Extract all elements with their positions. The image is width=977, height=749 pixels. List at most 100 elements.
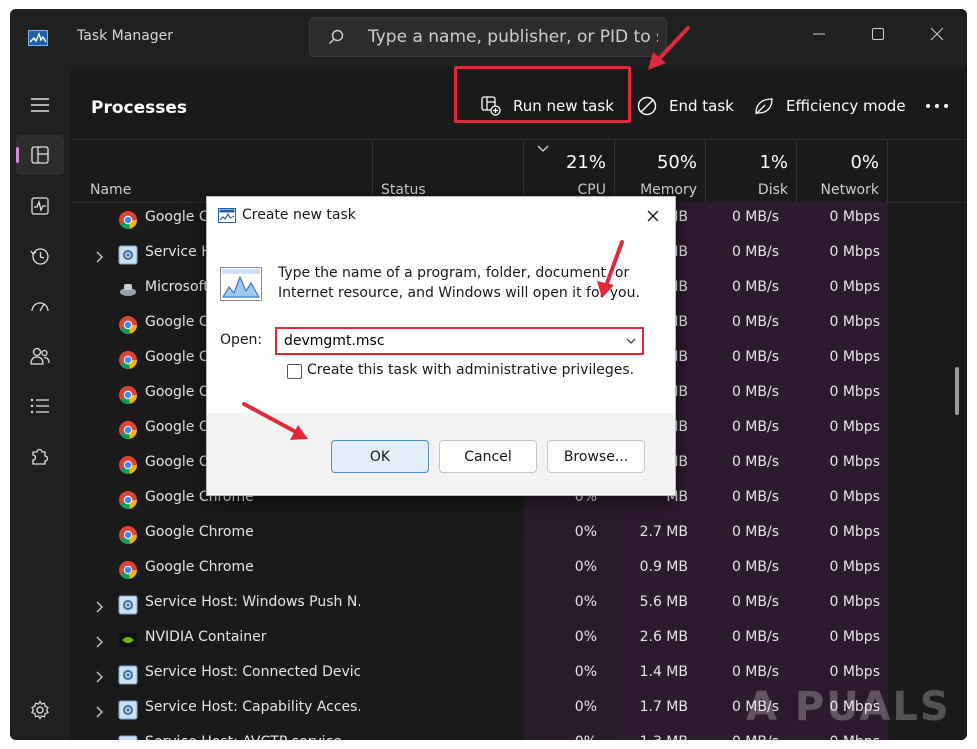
disk-value: 0 MB/s [731, 279, 779, 295]
chevron-right-icon[interactable] [95, 248, 105, 263]
disk-value: 0 MB/s [731, 384, 779, 400]
process-name: Service Host: Windows Push N... [145, 594, 360, 610]
startup-gauge-icon [31, 302, 49, 312]
cpu-value: 0% [574, 594, 597, 610]
history-icon [30, 248, 49, 265]
disk-value: 0 MB/s [731, 244, 779, 260]
search-box[interactable]: Type a name, publisher, or PID to s... [309, 17, 667, 57]
admin-privileges-checkbox[interactable] [287, 364, 302, 379]
network-column-header[interactable]: 0% Network [797, 140, 888, 204]
ok-button[interactable]: OK [331, 440, 429, 473]
dialog-body: Type the name of a program, folder, docu… [207, 235, 675, 413]
disk-value: 0 MB/s [731, 559, 779, 575]
dialog-task-manager-icon [218, 208, 236, 223]
memory-value: 0.9 MB [639, 559, 688, 575]
details-list-icon [30, 398, 49, 414]
sidebar-item-services[interactable] [16, 436, 64, 476]
minimize-button[interactable] [799, 19, 839, 49]
disk-label: Disk [757, 182, 788, 198]
table-row[interactable]: NVIDIA Container 0% 2.6 MB 0 MB/s 0 Mbps [70, 622, 967, 657]
chevron-right-icon[interactable] [95, 633, 105, 648]
open-input-value: devmgmt.msc [284, 333, 385, 349]
network-value: 0 Mbps [829, 454, 880, 470]
network-value: 0 Mbps [797, 734, 880, 740]
disk-value: 0 MB/s [731, 489, 779, 505]
browse-button[interactable]: Browse... [547, 440, 645, 473]
network-value: 0 Mbps [829, 209, 880, 225]
cancel-button[interactable]: Cancel [439, 440, 537, 473]
sidebar-item-startup-apps[interactable] [16, 286, 64, 326]
disk-value: 0 MB/s [731, 664, 779, 680]
memory-value: 1.3 MB [615, 734, 688, 740]
cpu-value: 0% [524, 734, 597, 740]
memory-column-header[interactable]: 50% Memory [615, 140, 706, 204]
efficiency-mode-button[interactable]: Efficiency mode [754, 85, 906, 127]
open-label: Open: [220, 332, 263, 348]
chevron-right-icon[interactable] [95, 738, 105, 740]
chrome-icon [118, 525, 138, 545]
network-value: 0 Mbps [829, 664, 880, 680]
sidebar-item-app-history[interactable] [16, 236, 64, 276]
maximize-button[interactable] [858, 19, 898, 49]
more-options-icon[interactable] [923, 95, 951, 117]
end-task-icon [637, 96, 657, 116]
run-program-icon [220, 267, 262, 301]
sidebar-item-users[interactable] [16, 336, 64, 376]
status-column-header[interactable]: Status [373, 140, 524, 204]
service-host-icon [118, 245, 138, 265]
chevron-right-icon[interactable] [95, 668, 105, 683]
dialog-description: Type the name of a program, folder, docu… [278, 265, 640, 301]
table-row[interactable]: Google Chrome 0% 0.9 MB 0 MB/s 0 Mbps [70, 552, 967, 587]
hamburger-icon [31, 98, 49, 112]
cpu-percent: 21% [565, 152, 606, 173]
close-window-button[interactable] [917, 19, 957, 49]
network-value: 0 Mbps [829, 279, 880, 295]
chrome-icon [118, 385, 138, 405]
chevron-down-icon[interactable] [626, 338, 636, 345]
chrome-icon [118, 350, 138, 370]
process-name: Service Host: AVCTP service [145, 734, 360, 740]
open-combobox-input[interactable]: devmgmt.msc [275, 327, 644, 355]
name-column-label: Name [90, 182, 132, 198]
memory-value: 1.7 MB [639, 699, 688, 715]
dialog-title: Create new task [242, 207, 356, 223]
sidebar-item-settings[interactable] [16, 690, 64, 730]
chrome-icon [118, 420, 138, 440]
process-name: Google Chrome [145, 524, 254, 540]
chrome-icon [118, 210, 138, 230]
hamburger-menu-button[interactable] [16, 85, 64, 125]
table-row[interactable]: Google Chrome 0% 2.7 MB 0 MB/s 0 Mbps [70, 517, 967, 552]
network-value: 0 Mbps [829, 524, 880, 540]
disk-value: 0 MB/s [706, 734, 779, 740]
chevron-right-icon[interactable] [95, 703, 105, 718]
disk-value: 0 MB/s [731, 209, 779, 225]
sidebar-item-processes[interactable] [16, 135, 64, 175]
chrome-icon [118, 315, 138, 335]
table-row[interactable]: Service Host: Windows Push N... 0% 5.6 MB 0… [70, 587, 967, 622]
disk-value: 0 MB/s [731, 454, 779, 470]
network-value: 0 Mbps [829, 419, 880, 435]
sidebar [10, 67, 70, 740]
settings-gear-icon [31, 700, 49, 720]
sidebar-item-details[interactable] [16, 386, 64, 426]
network-value: 0 Mbps [829, 594, 880, 610]
disk-value: 0 MB/s [731, 349, 779, 365]
process-name: Service Host: Connected Devic... [145, 664, 360, 680]
dialog-close-icon[interactable] [643, 206, 663, 226]
disk-percent: 1% [759, 152, 788, 173]
column-header-row: Name Status 21% CPU 50% Memory 1% Disk 0… [70, 139, 967, 204]
end-task-button[interactable]: End task [637, 85, 734, 127]
process-name: Google Chrome [145, 559, 254, 575]
service-host-icon [118, 700, 138, 720]
name-column-header[interactable]: Name [70, 140, 373, 204]
scrollbar-thumb[interactable] [955, 367, 959, 415]
sidebar-item-performance[interactable] [16, 186, 64, 226]
disk-value: 0 MB/s [731, 524, 779, 540]
cpu-value: 0% [574, 664, 597, 680]
disk-column-header[interactable]: 1% Disk [706, 140, 797, 204]
memory-value: 1.4 MB [639, 664, 688, 680]
page-title: Processes [91, 98, 188, 118]
chevron-right-icon[interactable] [95, 598, 105, 613]
cpu-column-header[interactable]: 21% CPU [524, 140, 615, 204]
network-value: 0 Mbps [829, 629, 880, 645]
